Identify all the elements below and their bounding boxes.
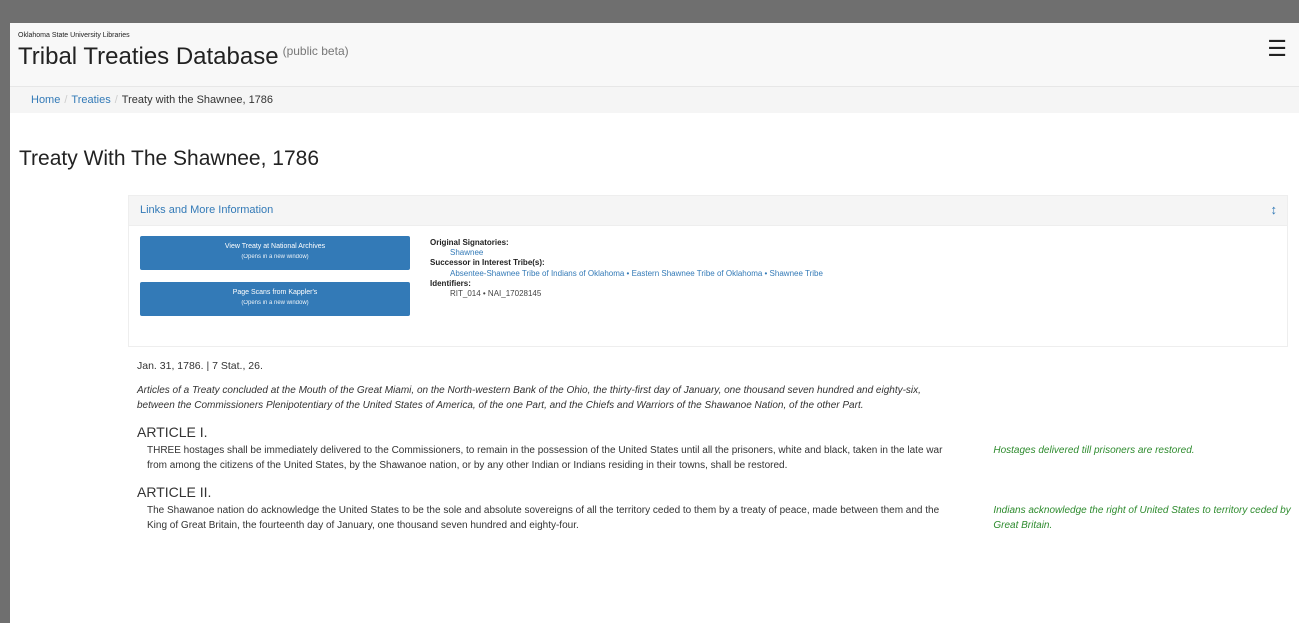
signatories-label: Original Signatories: (430, 238, 509, 247)
panel-heading-text[interactable]: Links and More Information (140, 204, 273, 216)
page-title: Treaty With The Shawnee, 1786 (19, 147, 319, 170)
article-text: THREE hostages shall be immediately deli… (147, 445, 943, 471)
article-heading: ARTICLE I. (137, 424, 208, 440)
national-archives-button-label: View Treaty at National Archives (224, 243, 326, 250)
national-archives-button-sub: (Opens in a new window) (241, 253, 309, 260)
national-archives-button[interactable]: View Treaty at National Archives (Opens … (140, 236, 410, 270)
successor-links[interactable]: Absentee-Shawnee Tribe of Indians of Okl… (450, 269, 823, 278)
site-title-text[interactable]: Tribal Treaties Database (18, 43, 279, 70)
site-title[interactable]: Tribal Treaties Database (public beta) (18, 43, 349, 71)
treaty-preamble: Articles of a Treaty concluded at the Mo… (137, 385, 921, 411)
article-text: The Shawanoe nation do acknowledge the U… (147, 505, 940, 531)
browser-page: Oklahoma State University Libraries Trib… (10, 23, 1299, 623)
breadcrumb-treaties[interactable]: Treaties (71, 94, 110, 106)
navbar: Oklahoma State University Libraries Trib… (10, 23, 1299, 87)
article-margin-note: Hostages delivered till prisoners are re… (993, 445, 1195, 456)
breadcrumb-separator: / (114, 94, 118, 106)
article-row: The Shawanoe nation do acknowledge the U… (137, 503, 1292, 533)
beta-label: (public beta) (282, 44, 349, 58)
article-heading: ARTICLE II. (137, 484, 212, 500)
successor-label: Successor in Interest Tribe(s): (430, 258, 545, 268)
article-row: THREE hostages shall be immediately deli… (137, 443, 1292, 473)
breadcrumb-separator: / (64, 94, 68, 106)
treaty-info: Original Signatories: Shawnee Successor … (430, 238, 823, 299)
panel-heading[interactable]: Links and More Information ↕ (129, 196, 1287, 226)
breadcrumb-home[interactable]: Home (31, 94, 60, 106)
breadcrumb-current: Treaty with the Shawnee, 1786 (121, 94, 274, 106)
expand-vertical-icon[interactable]: ↕ (1271, 202, 1278, 217)
kappler-scans-button-label: Page Scans from Kappler's (232, 289, 318, 296)
identifiers-value: RIT_014 • NAI_17028145 (450, 289, 542, 299)
signatory-link[interactable]: Shawnee (450, 248, 483, 257)
identifiers-label: Identifiers: (430, 278, 471, 288)
org-name[interactable]: Oklahoma State University Libraries (18, 32, 130, 39)
kappler-scans-button[interactable]: Page Scans from Kappler's (Opens in a ne… (140, 282, 410, 316)
kappler-scans-button-sub: (Opens in a new window) (241, 299, 309, 306)
hamburger-icon[interactable]: ☰ (1267, 36, 1287, 62)
links-panel: Links and More Information ↕ View Treaty… (128, 195, 1288, 347)
breadcrumb: Home / Treaties / Treaty with the Shawnee, 1… (10, 87, 1299, 113)
article-margin-note: Indians acknowledge the right of United … (993, 505, 1291, 531)
treaty-content: Jan. 31, 1786. | 7 Stat., 26. Articles o… (137, 359, 1292, 533)
treaty-meta: Jan. 31, 1786. | 7 Stat., 26. (137, 360, 263, 372)
